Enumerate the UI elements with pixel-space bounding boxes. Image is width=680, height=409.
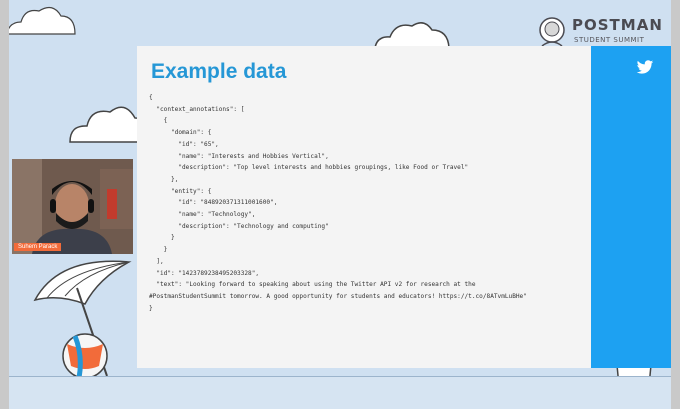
logo-title: POSTMAN: [572, 16, 663, 34]
json-code-block: { "context_annotations": [ { "domain": {…: [149, 92, 527, 314]
beach-umbrella-illustration: [33, 260, 132, 378]
video-frame: POSTMAN STUDENT SUMMIT Example data { "c…: [0, 0, 680, 409]
code-line: }: [149, 304, 153, 312]
code-line: "id": "848920371311001600",: [149, 199, 278, 207]
twitter-accent-bar: [591, 46, 671, 368]
cloud-illustration: [9, 6, 76, 35]
code-line: "name": "Technology",: [149, 211, 256, 219]
logo-subtitle: STUDENT SUMMIT: [574, 36, 645, 44]
twitter-bird-icon: [636, 60, 654, 74]
code-line: "description": "Technology and computing…: [149, 222, 329, 230]
speaker-name-tag: Suhem Parack: [14, 243, 62, 251]
code-line: "entity": {: [149, 187, 212, 195]
code-line: {: [149, 117, 168, 125]
code-line: {: [149, 94, 153, 101]
code-line: "context_annotations": [: [149, 105, 245, 113]
bottom-strip: [9, 376, 671, 409]
code-line: "text": "Looking forward to speaking abo…: [149, 281, 476, 289]
code-line: "id": "1423789238495203328",: [149, 269, 260, 277]
code-line: ],: [149, 257, 164, 265]
code-line: #PostmanStudentSummit tomorrow. A good o…: [149, 292, 527, 300]
speaker-webcam: [12, 159, 133, 254]
code-line: }: [149, 234, 175, 242]
code-line: }: [149, 246, 168, 254]
code-line: },: [149, 175, 179, 183]
code-line: "name": "Interests and Hobbies Vertical"…: [149, 152, 329, 160]
speaker-video-image: [12, 159, 133, 254]
code-line: "id": "65",: [149, 140, 219, 148]
code-line: "description": "Top level interests and …: [149, 164, 469, 172]
frame-left-edge: [0, 0, 9, 409]
code-line: "domain": {: [149, 129, 212, 137]
slide-title: Example data: [151, 60, 287, 83]
frame-right-edge: [671, 0, 680, 409]
